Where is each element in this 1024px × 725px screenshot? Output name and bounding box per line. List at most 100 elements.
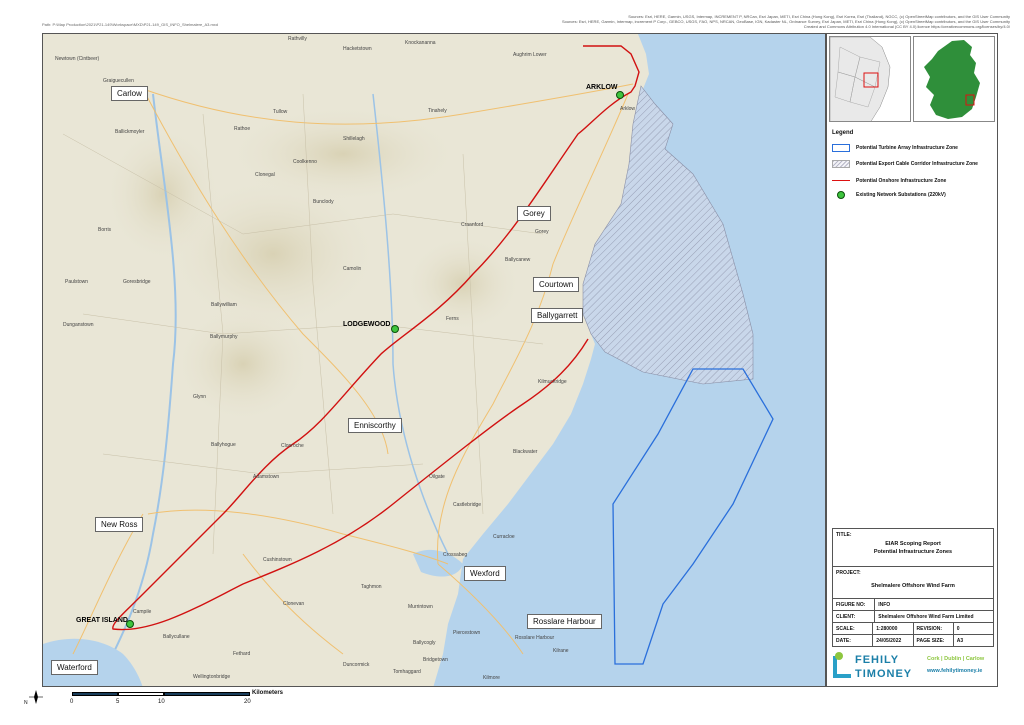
legend-item-label: Potential Export Cable Corridor Infrastr… [856,161,978,167]
town-label: Crossabeg [443,552,468,558]
scale-bar: N 0 5 10 20 Kilometers [24,690,304,720]
town-label: Ballycanew [505,257,531,263]
project-value: Shelmalere Offshore Wind Farm [871,583,955,589]
town-label: Kilrane [553,648,569,654]
town-label: Camolin [343,266,362,272]
credits-line: Created and Commons Attribution 4.0 Inte… [803,24,1010,29]
scale-segment [72,692,118,696]
town-label: Newtown (Cintbeer) [55,56,100,62]
town-label: Kilmuckridge [538,379,567,385]
ireland-locator-map [914,37,994,121]
town-label: Fethard [233,651,251,657]
town-label: Paulstown [65,279,89,285]
callout-carlow: Carlow [111,86,148,101]
town-label: Tomhaggard [393,669,421,675]
regional-locator-map [830,37,910,121]
substation-label-lodgewood: LODGEWOOD [343,321,391,328]
town-label: Clonegal [255,172,275,178]
project-row: PROJECT: Shelmalere Offshore Wind Farm [832,566,994,598]
revision-label: REVISION: [914,623,954,634]
date-value: 24/05/2022 [873,635,914,646]
scale-unit: Kilometers [252,690,284,696]
town-label: Castlebridge [453,502,482,508]
town-label: Kilmore [483,675,500,681]
town-label: Bridgetown [423,657,449,663]
legend-item-onshore-zone: Potential Onshore Infrastructure Zone [832,176,946,185]
logo-mark-icon [833,656,851,678]
figure-value: INFO [878,601,891,608]
legend-item-label: Potential Onshore Infrastructure Zone [856,177,947,184]
town-label: Clonevan [283,601,305,607]
legend-item-substations: Existing Network Substations (220kV) [832,191,946,199]
town-label: Ballywilliam [211,302,237,308]
scale-segment [164,692,250,696]
blue-outline-swatch [832,144,850,152]
green-dot-swatch [837,191,845,199]
legend-title: Legend [832,130,854,136]
north-label: N [24,700,28,706]
company-logo: FEHILY TIMONEY Cork | Dublin | Carlow ww… [831,652,995,684]
town-label: Graiguecullen [103,78,134,84]
town-label: Ballycogly [413,640,436,646]
town-label: Shillelagh [343,136,365,142]
map-basemap [43,34,774,686]
logo-word: TIMONEY [855,668,913,680]
town-label: Rathoe [234,126,251,132]
town-label: Murrintown [408,604,433,610]
scale-tick: 0 [70,699,74,705]
hatch-swatch [832,160,850,168]
callout-wexford: Wexford [464,566,506,581]
substation-marker-lodgewood[interactable] [391,325,399,333]
substation-marker-great-island[interactable] [126,620,134,628]
town-label: Dunganstown [63,322,94,328]
map-canvas[interactable]: Rathvilly Hacketstown Knockananna Aughri… [42,33,826,687]
substation-label-great-island: GREAT ISLAND [76,617,128,624]
callout-new-ross: New Ross [95,517,144,532]
scale-tick: 20 [244,699,251,705]
town-label: Rosslare Harbour [515,635,555,641]
town-label: Aughrim Lower [513,52,547,58]
town-label: Goresbridge [123,279,151,285]
client-label: CLIENT: [833,611,876,622]
project-label: PROJECT: [836,570,861,576]
figure-row: FIGURE NO: INFO [832,598,994,610]
title-value: Potential Infrastructure Zones [873,549,953,555]
town-label: Hacketstown [343,46,372,52]
town-label: Ballickmoyler [115,129,145,135]
scale-value: 1:280000 [873,623,914,634]
legend-item-turbine-zone: Potential Turbine Array Infrastructure Z… [832,144,958,152]
logo-url: www.fehilytimoney.ie [927,668,983,674]
town-label: Clonroche [281,443,304,449]
scale-row: SCALE: 1:280000 REVISION: 0 [832,622,994,634]
town-label: Gorey [535,229,549,235]
scale-segment [118,692,164,696]
town-label: Bunclody [313,199,334,205]
pagesize-value: A3 [956,637,964,644]
town-label: Borris [98,227,112,233]
scale-tick: 5 [116,699,120,705]
side-panel: Legend Potential Turbine Array Infrastru… [826,33,998,687]
logo-word: FEHILY [855,654,900,666]
pagesize-label: PAGE SIZE: [914,635,954,646]
map-credits: Sources: Esri, HERE, Garmin, USGS, Inter… [410,14,1010,29]
town-label: Coolkenno [293,159,317,165]
town-label: Rathvilly [288,36,307,42]
town-label: Duncormick [343,662,370,668]
title-row: TITLE: EIAR Scoping Report Potential Inf… [832,528,994,566]
title-block: TITLE: EIAR Scoping Report Potential Inf… [832,528,994,647]
red-line-swatch [832,180,850,181]
town-label: Ballymurphy [210,334,238,340]
date-label: DATE: [833,635,874,646]
callout-gorey: Gorey [517,206,551,221]
town-label: Craanford [461,222,484,228]
scale-label: SCALE: [833,623,874,634]
legend-item-cable-corridor: Potential Export Cable Corridor Infrastr… [832,160,978,168]
scale-tick: 10 [158,699,165,705]
town-label: Knockananna [405,40,436,46]
town-label: Tullow [273,109,288,115]
callout-courtown: Courtown [533,277,580,292]
callout-waterford: Waterford [51,660,98,675]
date-row: DATE: 24/05/2022 PAGE SIZE: A3 [832,634,994,647]
town-label: Adamstown [253,474,280,480]
substation-marker-arklow[interactable] [616,91,624,99]
